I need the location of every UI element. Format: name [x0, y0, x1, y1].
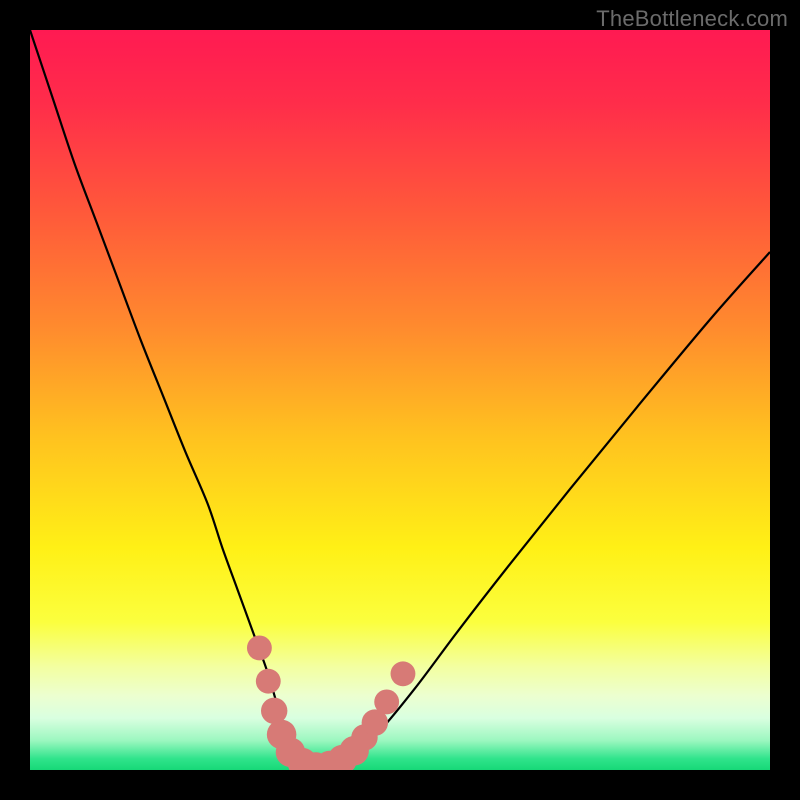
- watermark-text: TheBottleneck.com: [596, 6, 788, 32]
- background-gradient: [30, 30, 770, 770]
- chart-frame: TheBottleneck.com: [0, 0, 800, 800]
- plot-area: [30, 30, 770, 770]
